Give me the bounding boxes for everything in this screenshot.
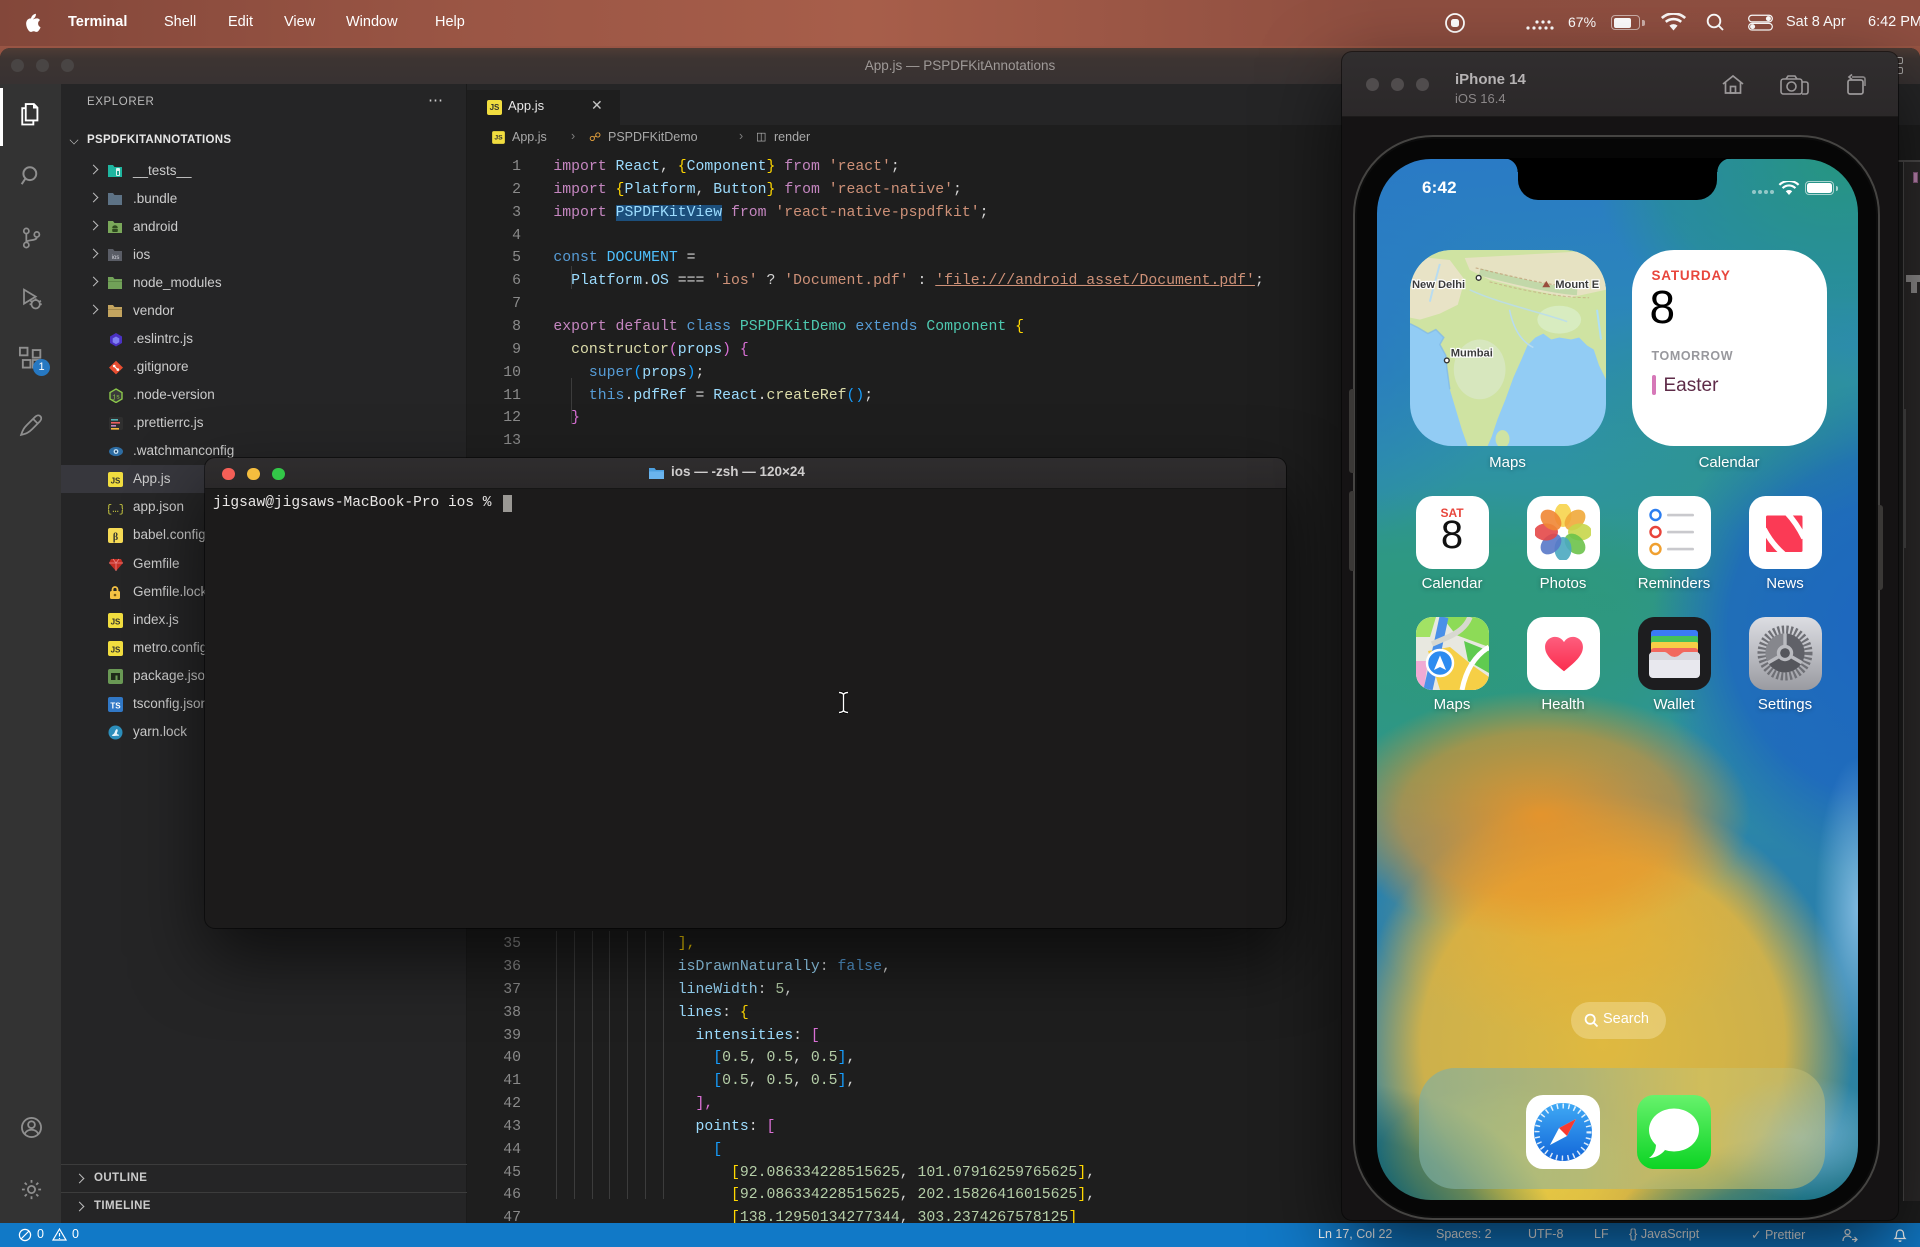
svg-text:JS: JS [111, 645, 121, 654]
svg-text:New Delhi: New Delhi [1411, 279, 1464, 291]
svg-text:Mount E: Mount E [1555, 279, 1599, 291]
svg-text:{…}: {…} [108, 504, 123, 515]
svg-text:TS: TS [110, 701, 121, 710]
svg-text:JS: JS [111, 617, 121, 626]
svg-text:js: js [112, 394, 120, 401]
svg-text:β: β [113, 532, 118, 543]
svg-text:ios: ios [112, 255, 120, 261]
svg-text:Mumbai: Mumbai [1450, 347, 1492, 359]
svg-text:JS: JS [111, 477, 121, 486]
